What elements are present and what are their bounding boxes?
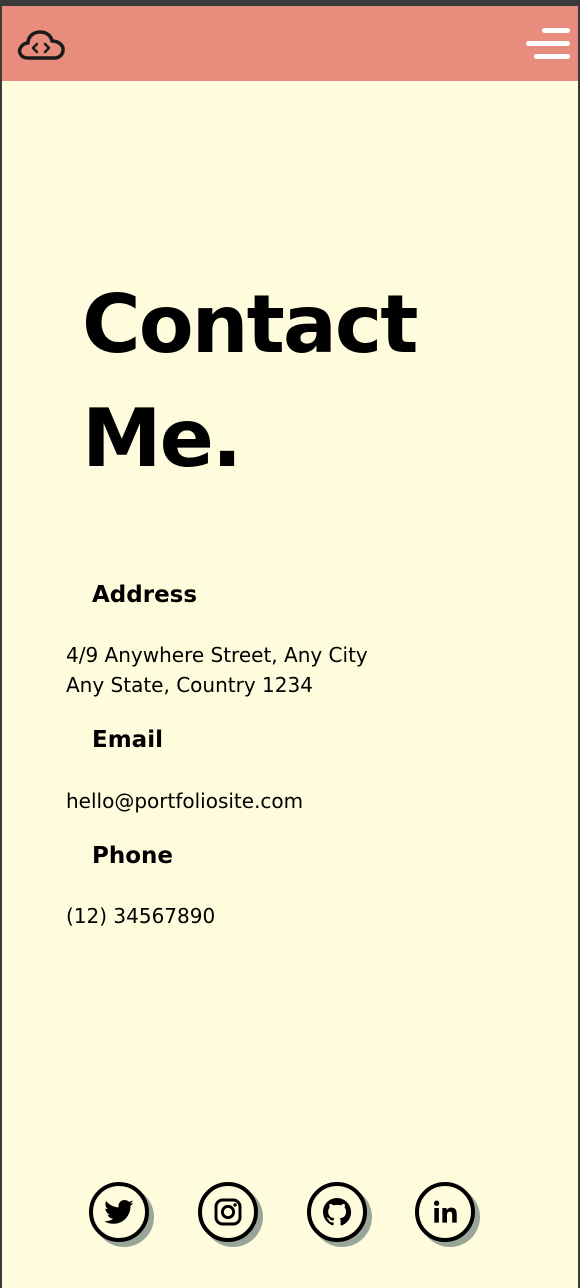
- instagram-icon: [214, 1198, 242, 1226]
- github-link[interactable]: [307, 1182, 367, 1242]
- address-label: Address: [92, 582, 198, 608]
- page-title: Contact Me.: [82, 268, 419, 496]
- linkedin-icon: [433, 1200, 457, 1223]
- menu-line: [526, 41, 570, 46]
- menu-line: [542, 28, 570, 33]
- phone-label: Phone: [92, 843, 174, 869]
- github-icon: [323, 1198, 352, 1226]
- cloud-code-icon[interactable]: [16, 24, 66, 64]
- phone-text[interactable]: (12) 34567890: [66, 901, 215, 931]
- twitter-link[interactable]: [89, 1182, 149, 1242]
- address-line-1: 4/9 Anywhere Street, Any City: [66, 643, 368, 667]
- email-label: Email: [92, 727, 163, 753]
- menu-line: [534, 54, 570, 59]
- email-text[interactable]: hello@portfoliosite.com: [66, 786, 303, 816]
- header-bar: [2, 6, 578, 81]
- page: Contact Me. Address 4/9 Anywhere Street,…: [2, 6, 578, 1288]
- title-line-2: Me.: [82, 392, 242, 485]
- linkedin-link[interactable]: [415, 1182, 475, 1242]
- twitter-icon: [104, 1200, 134, 1224]
- instagram-link[interactable]: [198, 1182, 258, 1242]
- address-line-2: Any State, Country 1234: [66, 673, 313, 697]
- title-line-1: Contact: [82, 278, 419, 371]
- address-text: 4/9 Anywhere Street, Any City Any State,…: [66, 640, 368, 700]
- hamburger-menu-icon[interactable]: [526, 26, 570, 62]
